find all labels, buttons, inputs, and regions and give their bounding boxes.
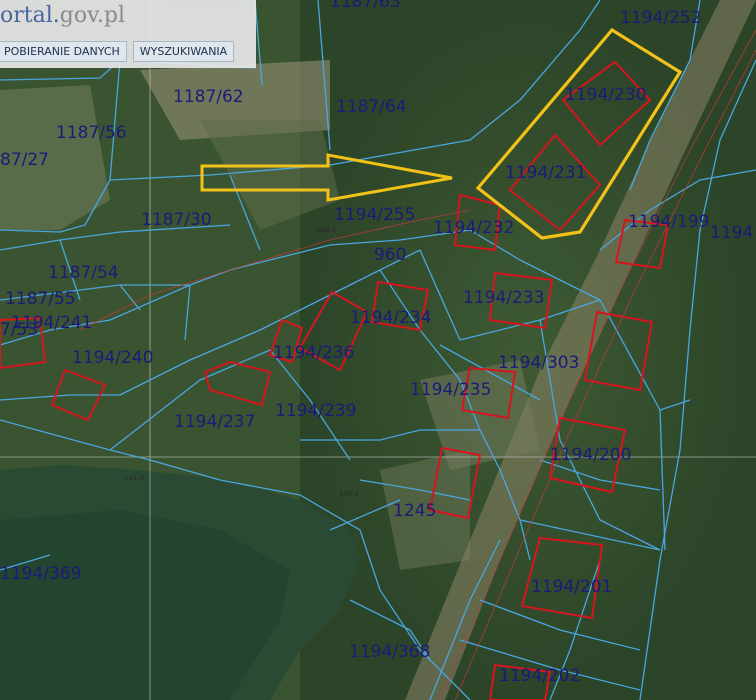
tab-data-download[interactable]: POBIERANIE DANYCH: [0, 41, 127, 62]
parcel-label: 1187/55: [5, 289, 76, 309]
parcel-label: 1194/232: [433, 218, 515, 238]
parcel-label: 1194/240: [72, 348, 154, 368]
parcel-label: 1194/200: [550, 445, 632, 465]
parcel-label: 1194/201: [531, 577, 613, 597]
parcel-label: 1194/255: [334, 205, 416, 225]
parcel-label: 1194/233: [463, 288, 545, 308]
parcel-label: 1187/30: [141, 210, 212, 230]
parcel-label: 1245: [393, 501, 437, 521]
site-logo[interactable]: ortal.gov.pl: [0, 3, 125, 28]
parcel-label: 1194/236: [273, 343, 355, 363]
parcel-label: 1187/62: [173, 87, 244, 107]
elevation-label: 148.3: [316, 226, 337, 234]
parcel-label: 1194/369: [0, 564, 82, 584]
logo-part: ortal.: [0, 3, 60, 28]
tab-bar: POBIERANIE DANYCH WYSZUKIWANIA: [0, 41, 235, 62]
map-view[interactable]: 1187/611187/6387/151194/2521187/621187/6…: [0, 0, 756, 700]
parcel-label: 1194/199: [628, 212, 710, 232]
elevation-label: 140.4: [339, 490, 360, 498]
parcel-label: 1194/230: [565, 85, 647, 105]
parcel-label: 1194/235: [410, 380, 492, 400]
logo-part: gov.pl: [59, 3, 126, 28]
parcel-label: 1194/303: [498, 353, 580, 373]
parcel-label: 7/53: [0, 320, 39, 340]
parcel-label: 960: [374, 245, 407, 265]
parcel-label: 1194/252: [620, 8, 702, 28]
elevation-label: 141.4: [124, 474, 145, 482]
parcel-label: 1194/239: [275, 401, 357, 421]
parcel-label: 1194: [710, 223, 754, 243]
parcel-label: 87/27: [0, 150, 49, 170]
parcel-label: 1194/202: [499, 666, 581, 686]
header-panel: ortal.gov.pl POBIERANIE DANYCH WYSZUKIWA…: [0, 0, 256, 68]
parcel-label: 1194/368: [349, 642, 431, 662]
parcel-label: 1187/64: [336, 97, 407, 117]
parcel-label: 1187/63: [330, 0, 401, 12]
parcel-label: 1194/234: [350, 308, 432, 328]
parcel-label: 1194/231: [505, 163, 587, 183]
parcel-label: 1187/54: [48, 263, 119, 283]
parcel-label: 1187/56: [56, 123, 127, 143]
parcel-label: 1194/237: [174, 412, 256, 432]
tab-search[interactable]: WYSZUKIWANIA: [132, 41, 235, 62]
